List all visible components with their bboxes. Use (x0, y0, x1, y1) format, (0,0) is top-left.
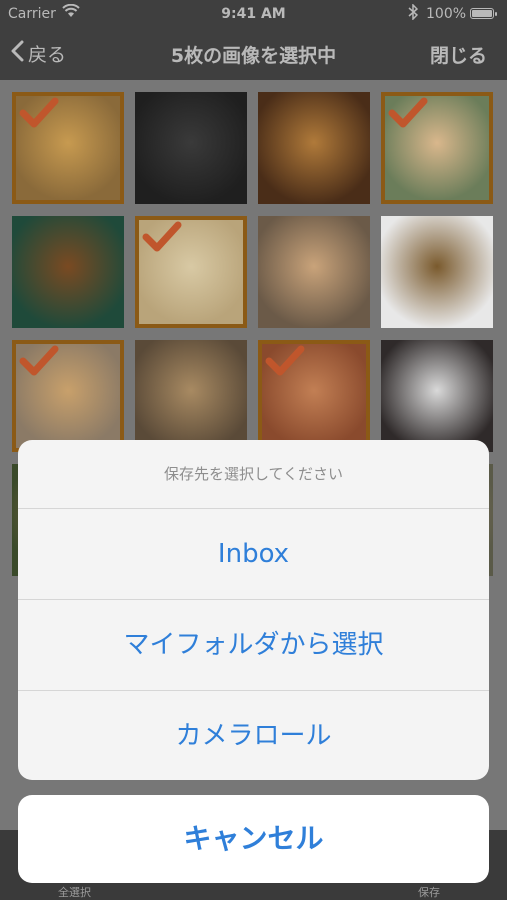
lion-photo (258, 92, 370, 204)
checkmark-icon (18, 96, 60, 134)
photo-thumbnail[interactable] (258, 216, 370, 328)
photo-thumbnail[interactable] (12, 216, 124, 328)
lion-photo (258, 216, 370, 328)
lion-photo (381, 340, 493, 452)
navigation-bar: 戻る 5枚の画像を選択中 閉じる (0, 30, 507, 80)
photo-thumbnail[interactable] (381, 340, 493, 452)
inbox-option[interactable]: Inbox (18, 509, 489, 600)
action-sheet: 保存先を選択してください Inbox マイフォルダから選択 カメラロール (18, 440, 489, 780)
photo-thumbnail[interactable] (258, 340, 370, 452)
close-button[interactable]: 閉じる (430, 41, 487, 68)
photo-thumbnail[interactable] (135, 92, 247, 204)
camera-roll-option[interactable]: カメラロール (18, 691, 489, 780)
battery-icon (470, 8, 497, 19)
photo-thumbnail[interactable] (381, 216, 493, 328)
photo-thumbnail[interactable] (135, 340, 247, 452)
select-all-button[interactable]: 全選択 (58, 884, 91, 900)
checkmark-icon (264, 344, 306, 382)
cancel-button[interactable]: キャンセル (18, 795, 489, 883)
bluetooth-icon (408, 3, 419, 24)
checkmark-icon (18, 344, 60, 382)
lion-photo (135, 340, 247, 452)
checkmark-icon (387, 96, 429, 134)
photo-thumbnail[interactable] (12, 340, 124, 452)
lion-photo (135, 92, 247, 204)
lion-photo (381, 216, 493, 328)
photo-thumbnail[interactable] (135, 216, 247, 328)
status-bar: Carrier 9:41 AM 100% (0, 0, 507, 30)
battery-percent: 100% (426, 6, 467, 22)
action-sheet-title: 保存先を選択してください (18, 440, 489, 509)
my-folder-option[interactable]: マイフォルダから選択 (18, 600, 489, 691)
photo-thumbnail[interactable] (381, 92, 493, 204)
photo-thumbnail[interactable] (258, 92, 370, 204)
photo-thumbnail[interactable] (12, 92, 124, 204)
save-button[interactable]: 保存 (418, 884, 440, 900)
lion-photo (12, 216, 124, 328)
checkmark-icon (141, 220, 183, 258)
